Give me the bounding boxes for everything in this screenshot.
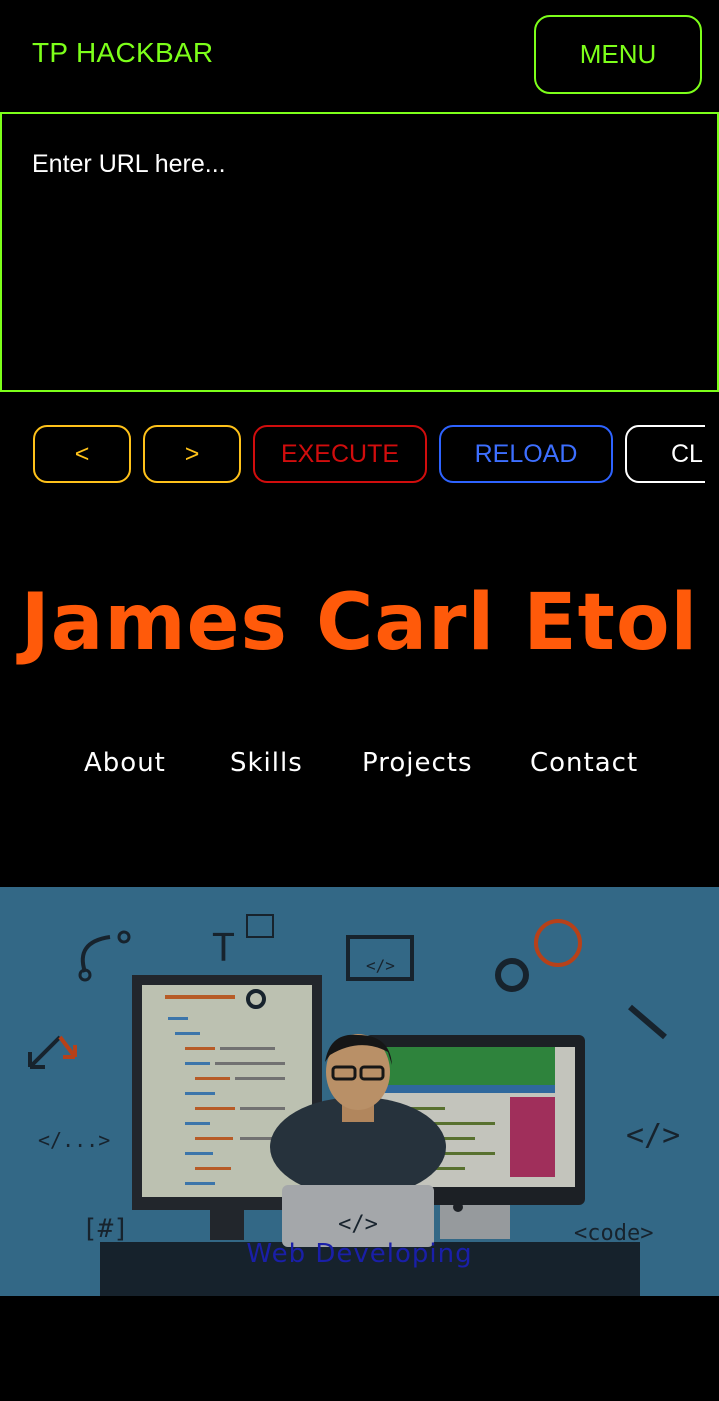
nav-link-skills[interactable]: Skills <box>230 748 303 778</box>
execute-button[interactable]: EXECUTE <box>253 425 427 483</box>
menu-button[interactable]: MENU <box>534 15 702 94</box>
previous-button[interactable]: < <box>33 425 131 483</box>
hero-banner: </> T </> </...> </> [#] <code> Web Deve… <box>0 887 719 1296</box>
url-input[interactable] <box>0 112 719 392</box>
toolbar-scroll-edge <box>705 392 719 512</box>
site-name: James Carl Etol <box>20 578 699 668</box>
nav-link-projects[interactable]: Projects <box>362 748 473 778</box>
site-nav: About Skills Projects Contact <box>0 748 719 788</box>
next-button[interactable]: > <box>143 425 241 483</box>
hackbar-toolbar: < > EXECUTE RELOAD CL <box>0 392 719 512</box>
reload-button[interactable]: RELOAD <box>439 425 613 483</box>
hero-overlay <box>0 887 719 1296</box>
hackbar-title: TP HACKBAR <box>32 37 214 68</box>
nav-link-contact[interactable]: Contact <box>530 748 638 778</box>
nav-link-about[interactable]: About <box>84 748 166 778</box>
hero-caption: Web Developing <box>246 1239 473 1269</box>
hackbar-header: TP HACKBAR MENU <box>0 0 719 112</box>
